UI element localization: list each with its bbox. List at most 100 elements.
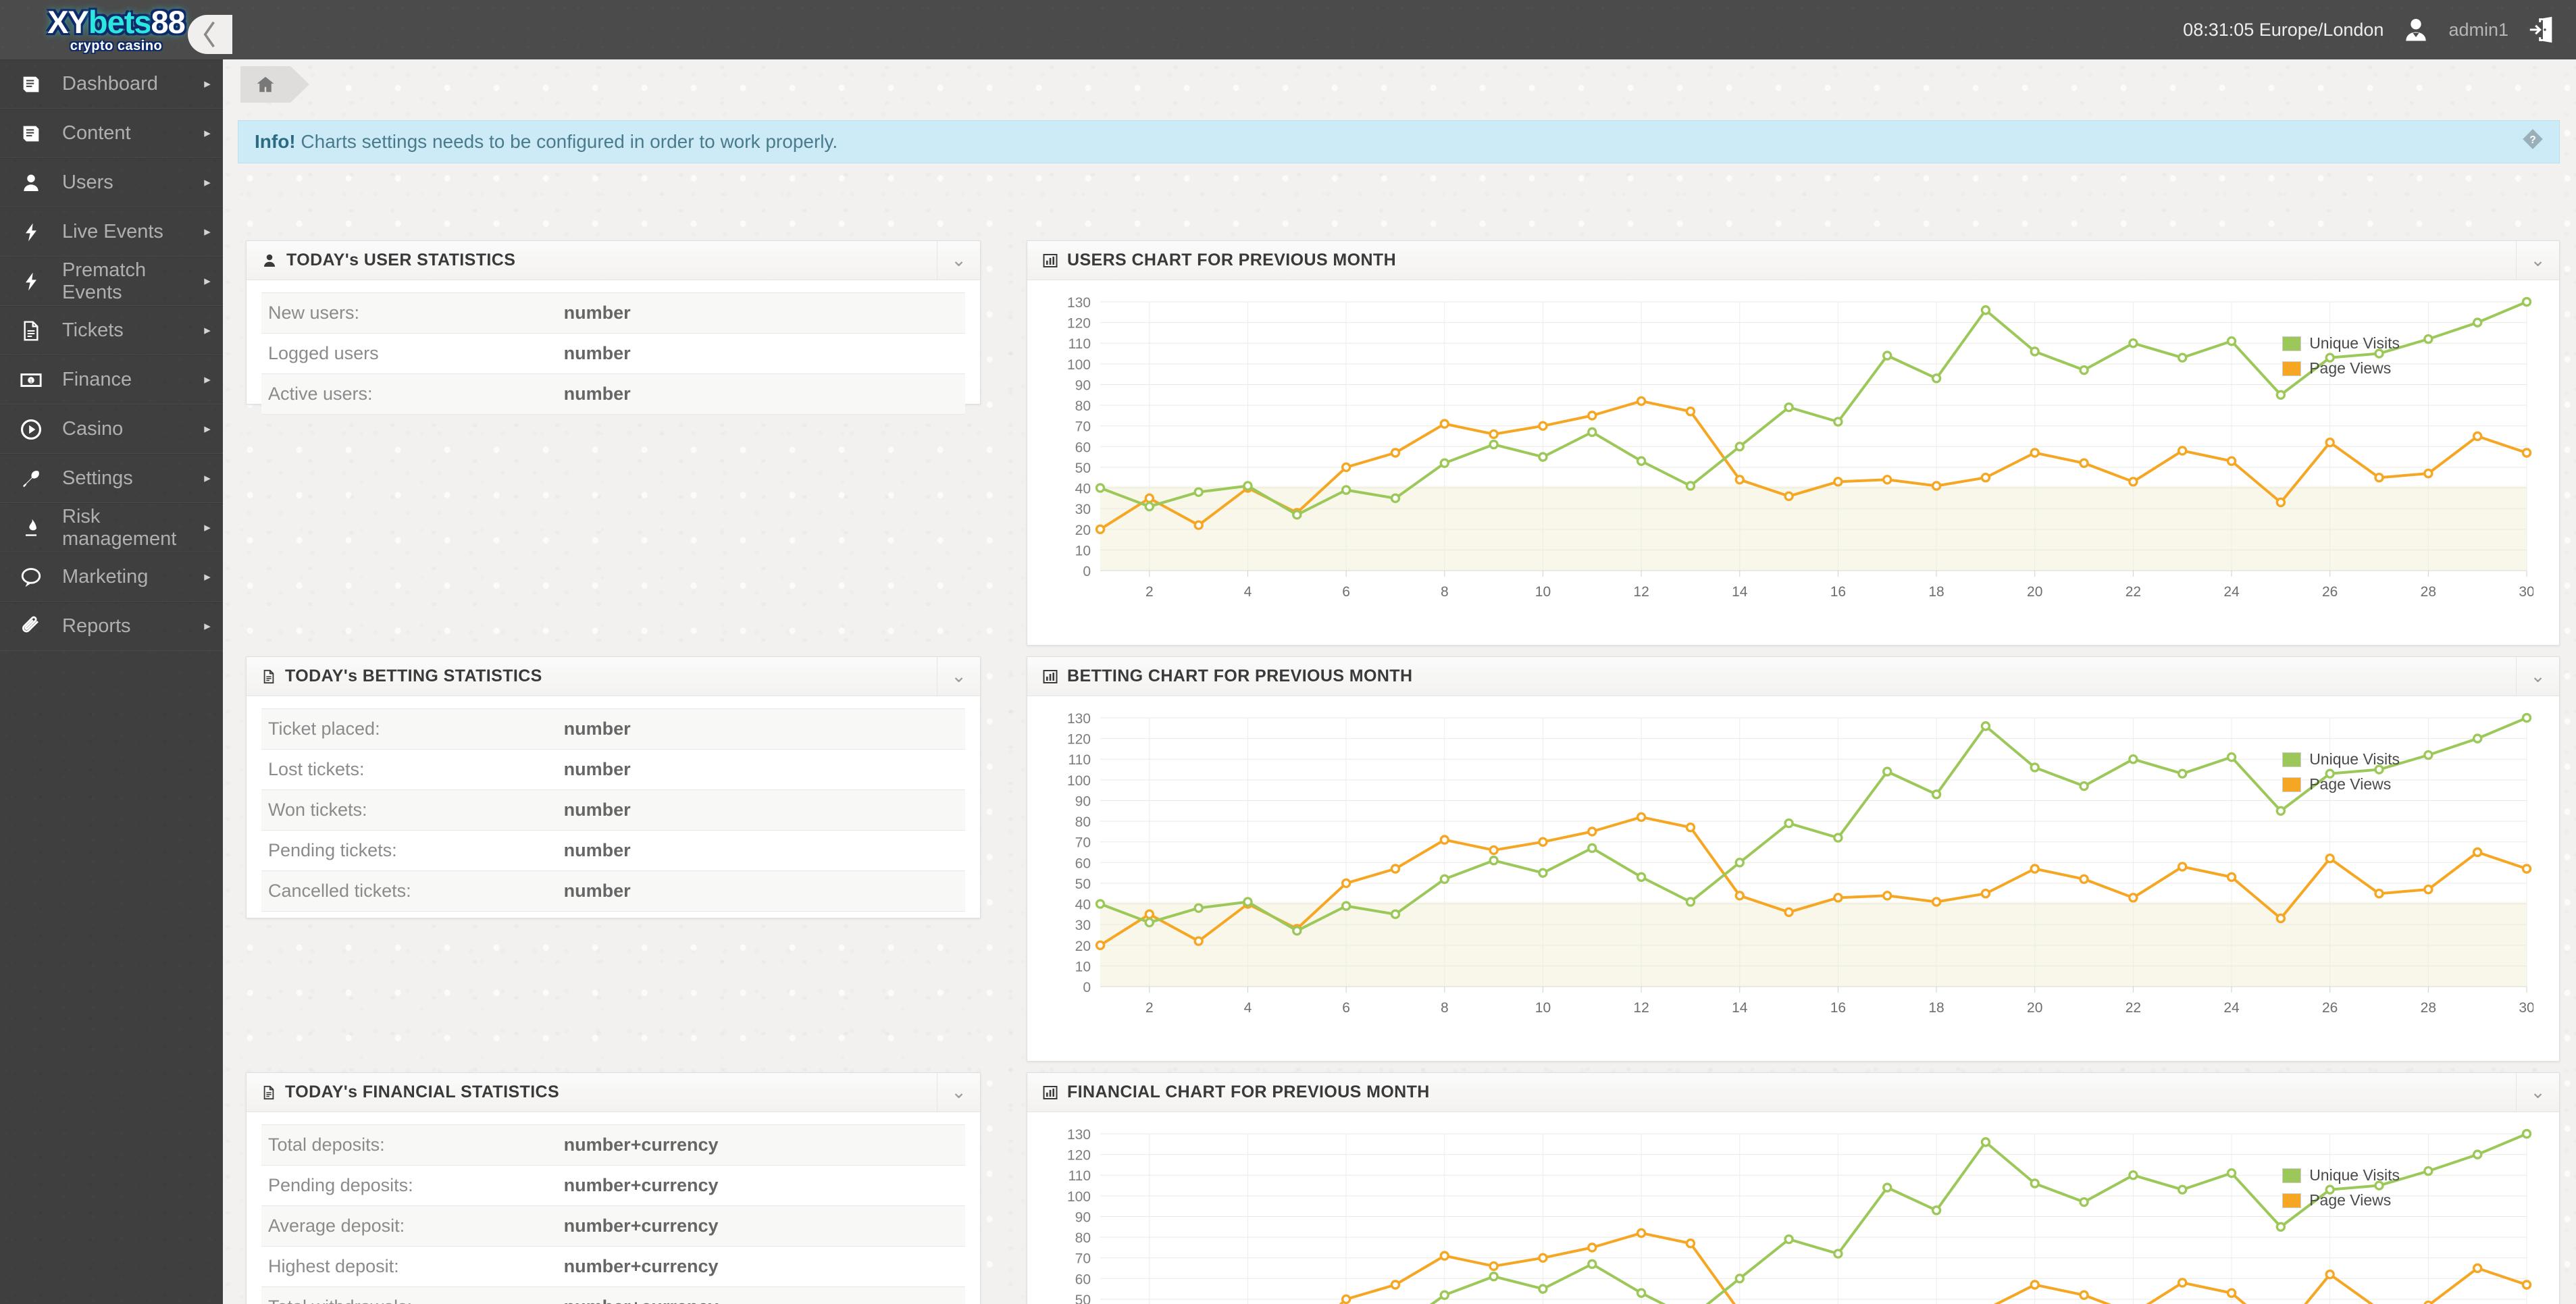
sidebar-item-casino[interactable]: Casino ▸	[0, 405, 223, 454]
svg-text:18: 18	[1928, 584, 1944, 600]
svg-text:110: 110	[1068, 752, 1091, 768]
svg-text:2: 2	[1145, 584, 1154, 600]
row-label: Ticket placed:	[268, 719, 380, 739]
table-row: Pending deposits: number+currency	[261, 1165, 965, 1206]
row-label: Total withdrawals:	[261, 1287, 557, 1304]
help-diamond-icon[interactable]: ?	[2521, 128, 2544, 156]
panel-collapse-toggle[interactable]: ⌄	[937, 241, 980, 280]
panel-collapse-toggle[interactable]: ⌄	[2516, 241, 2559, 280]
legend-label: Unique Visits	[2309, 1166, 2400, 1184]
row-value: number	[563, 759, 631, 779]
user-avatar-icon[interactable]	[2401, 15, 2431, 45]
sidebar-item-users[interactable]: Users ▸	[0, 158, 223, 207]
top-bar-right-group: 08:31:05 Europe/London admin1	[2183, 0, 2557, 59]
user-icon	[261, 253, 278, 269]
svg-text:110: 110	[1068, 1168, 1091, 1184]
brand-logo-bets: bets	[88, 3, 152, 40]
svg-text:50: 50	[1075, 877, 1091, 892]
svg-text:100: 100	[1067, 773, 1091, 789]
financial-statistics-table: Total deposits: number+currency Pending …	[261, 1124, 965, 1304]
table-row: Ticket placed: number	[261, 708, 965, 750]
sidebar-collapse-toggle[interactable]	[188, 15, 232, 54]
panel-betting-chart: BETTING CHART FOR PREVIOUS MONTH ⌄ 0 10 20…	[1027, 656, 2560, 1062]
legend-swatch-page-views	[2282, 777, 2302, 792]
svg-text:100: 100	[1067, 357, 1091, 373]
panel-body: 0102030405060708090100110120130246810121…	[1027, 696, 2559, 1035]
panel-todays-financial-statistics: TODAY's FINANCIAL STATISTICS ⌄ Total dep…	[246, 1072, 981, 1304]
user-icon	[0, 172, 62, 194]
sidebar-item-label: Risk management	[62, 505, 177, 550]
svg-text:0: 0	[1083, 564, 1091, 579]
sidebar-item-finance[interactable]: 1 Finance ▸	[0, 355, 223, 405]
sidebar-item-tickets[interactable]: Tickets ▸	[0, 306, 223, 355]
banknote-icon: 1	[0, 369, 62, 392]
play-circle-icon	[0, 418, 62, 441]
row-value: number+currency	[563, 1256, 719, 1276]
svg-text:30: 30	[1075, 918, 1091, 933]
document-icon	[261, 669, 276, 685]
breadcrumb-home-link[interactable]	[240, 66, 290, 103]
legend-label: Unique Visits	[2309, 750, 2400, 768]
panel-collapse-toggle[interactable]: ⌄	[2516, 1073, 2559, 1112]
row-value: number	[563, 840, 631, 860]
sidebar-item-content[interactable]: Content ▸	[0, 109, 223, 158]
sidebar-item-live-events[interactable]: Live Events ▸	[0, 207, 223, 257]
bar-chart-icon	[1042, 669, 1058, 685]
sidebar-item-settings[interactable]: Settings ▸	[0, 454, 223, 503]
breadcrumb-separator-icon	[290, 66, 309, 103]
panel-todays-user-statistics: TODAY's USER STATISTICS ⌄ New users: num…	[246, 240, 981, 415]
svg-text:130: 130	[1067, 295, 1091, 311]
svg-text:70: 70	[1075, 1251, 1091, 1267]
svg-text:22: 22	[2126, 584, 2141, 600]
svg-text:110: 110	[1068, 336, 1091, 352]
brand-logo-88: 88	[151, 3, 186, 40]
chevron-right-icon: ▸	[204, 323, 211, 338]
panel-header: BETTING CHART FOR PREVIOUS MONTH ⌄	[1027, 657, 2559, 696]
svg-text:8: 8	[1441, 1000, 1449, 1016]
panel-title: BETTING CHART FOR PREVIOUS MONTH	[1067, 667, 1413, 685]
svg-text:60: 60	[1075, 856, 1091, 871]
svg-text:90: 90	[1075, 377, 1091, 393]
svg-text:120: 120	[1067, 1148, 1091, 1164]
panel-collapse-toggle[interactable]: ⌄	[937, 1073, 980, 1112]
svg-text:24: 24	[2223, 584, 2240, 600]
sidebar-item-prematch-events[interactable]: Prematch Events ▸	[0, 257, 223, 306]
chevron-left-icon	[203, 21, 215, 48]
legend-label: Page Views	[2309, 1191, 2392, 1209]
table-row: Average deposit: number+currency	[261, 1205, 965, 1247]
sidebar-item-label: Tickets	[62, 319, 124, 341]
brand-logo-subtitle: crypto casino	[70, 38, 163, 53]
user-name-label[interactable]: admin1	[2448, 20, 2508, 41]
svg-text:16: 16	[1830, 1000, 1846, 1016]
panel-collapse-toggle[interactable]: ⌄	[937, 657, 980, 696]
chevron-right-icon: ▸	[204, 471, 211, 486]
panel-header: TODAY's USER STATISTICS ⌄	[247, 241, 980, 280]
row-label: Active users:	[268, 384, 373, 404]
svg-text:26: 26	[2322, 1000, 2338, 1016]
svg-text:120: 120	[1067, 316, 1091, 332]
svg-text:24: 24	[2223, 1000, 2240, 1016]
svg-text:20: 20	[1075, 939, 1091, 954]
logout-door-icon[interactable]	[2526, 14, 2557, 45]
svg-text:70: 70	[1075, 419, 1091, 435]
svg-text:30: 30	[1075, 502, 1091, 517]
sidebar-item-marketing[interactable]: Marketing ▸	[0, 552, 223, 602]
sidebar-item-dashboard[interactable]: Dashboard ▸	[0, 59, 223, 109]
sidebar-item-risk-management[interactable]: Risk management ▸	[0, 503, 223, 552]
brand-logo[interactable]: XYbets88 crypto casino	[28, 4, 204, 55]
sidebar-item-reports[interactable]: Reports ▸	[0, 602, 223, 651]
info-alert: Info! Charts settings needs to be config…	[238, 120, 2560, 163]
row-value: number+currency	[563, 1216, 719, 1236]
row-label: Total deposits:	[268, 1135, 385, 1155]
svg-text:22: 22	[2126, 1000, 2141, 1016]
svg-text:20: 20	[2027, 1000, 2042, 1016]
row-label: New users:	[268, 303, 360, 323]
row-value: number	[563, 800, 631, 820]
svg-text:50: 50	[1075, 1293, 1091, 1304]
panel-header: USERS CHART FOR PREVIOUS MONTH ⌄	[1027, 241, 2559, 280]
legend-label: Unique Visits	[2309, 334, 2400, 352]
panel-financial-chart: FINANCIAL CHART FOR PREVIOUS MONTH ⌄ 010…	[1027, 1072, 2560, 1304]
legend-item: Unique Visits	[2282, 750, 2400, 768]
panel-collapse-toggle[interactable]: ⌄	[2516, 657, 2559, 696]
panel-body: 0102030405060708090100110120130246810121…	[1027, 280, 2559, 619]
